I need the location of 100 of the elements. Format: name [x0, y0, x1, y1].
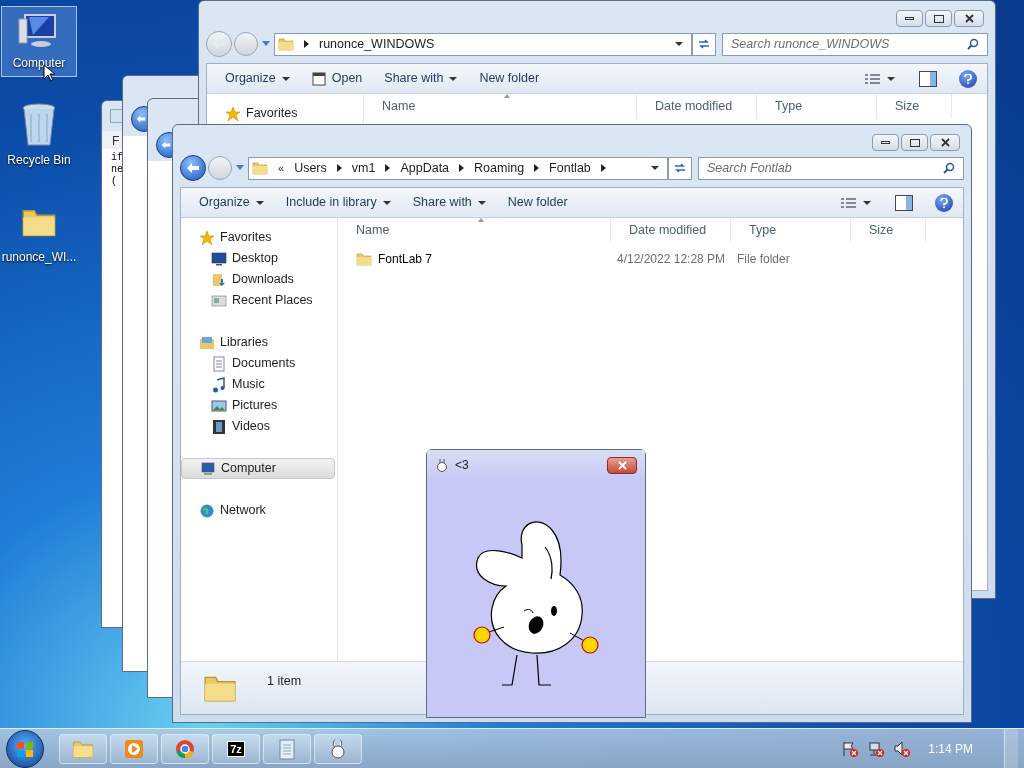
sort-arrow-icon: [504, 94, 510, 98]
search-icon: [943, 162, 955, 174]
breadcrumb-arrow-icon: [304, 40, 309, 48]
sort-arrow-icon: [478, 218, 484, 222]
network-error-icon[interactable]: [867, 739, 886, 758]
nav-item[interactable]: Downloads: [181, 269, 335, 290]
search-icon: [967, 38, 979, 50]
play-icon: [123, 737, 145, 760]
film-icon: [211, 418, 227, 435]
folder-icon: [278, 36, 294, 52]
nav-item[interactable]: Network: [181, 500, 335, 521]
desktop-icon-label: Computer: [12, 55, 66, 72]
star-icon: [199, 229, 215, 246]
nav-item[interactable]: Music: [181, 374, 335, 395]
column-header[interactable]: Type: [731, 218, 851, 242]
back-button[interactable]: [156, 132, 172, 158]
recent-places-icon: [211, 292, 227, 309]
window-title: <3: [455, 457, 469, 474]
column-header[interactable]: Name: [364, 94, 637, 118]
breadcrumb-item[interactable]: Users: [294, 158, 327, 178]
toolbar-button[interactable]: Share with: [404, 190, 494, 215]
text-line: (: [111, 176, 118, 188]
column-header[interactable]: Size: [851, 218, 926, 242]
nav-item[interactable]: Favorites: [207, 103, 361, 124]
nav-item[interactable]: Computer: [181, 458, 335, 479]
bunny-icon: [329, 737, 347, 760]
list-view-icon: [865, 72, 881, 85]
help-button[interactable]: [959, 69, 977, 88]
nav-item[interactable]: Favorites: [181, 227, 335, 248]
toolbar-button[interactable]: Organize: [191, 190, 272, 215]
start-button[interactable]: [6, 729, 44, 768]
overflow-chevron[interactable]: «: [278, 159, 285, 177]
nav-item[interactable]: Libraries: [181, 332, 335, 353]
caret-icon: [887, 74, 895, 83]
desktop-icon[interactable]: runonce_WI...: [1, 194, 77, 271]
address-bar[interactable]: « Users vm1 AppData Roaming Fontlab: [248, 156, 668, 180]
library-icon: [199, 334, 215, 351]
desktop-icon[interactable]: Recycle Bin: [1, 97, 77, 174]
column-header[interactable]: Type: [757, 94, 877, 118]
maximize-button[interactable]: [901, 134, 928, 151]
taskbar-button[interactable]: [314, 733, 362, 764]
music-note-icon: [211, 376, 227, 393]
preview-pane-button[interactable]: [919, 70, 937, 87]
minimize-button[interactable]: [896, 10, 923, 27]
minimize-button[interactable]: [872, 134, 899, 151]
column-header[interactable]: Name: [338, 218, 611, 242]
nav-item[interactable]: Videos: [181, 416, 335, 437]
breadcrumb-item[interactable]: runonce_WINDOWS: [319, 34, 435, 54]
question-mark-icon: [964, 73, 972, 84]
breadcrumb-arrow-icon: [459, 164, 465, 172]
refresh-button[interactable]: [668, 156, 692, 180]
caret-icon: [675, 40, 683, 48]
close-button[interactable]: [954, 10, 984, 27]
toolbar-button[interactable]: Include in library: [277, 190, 399, 215]
toolbar-button[interactable]: New folder: [471, 66, 548, 91]
breadcrumb-item[interactable]: Roaming: [474, 158, 525, 178]
preview-pane-button[interactable]: [895, 194, 913, 211]
back-button[interactable]: [131, 106, 147, 132]
close-button[interactable]: [930, 134, 960, 151]
search-input[interactable]: Search Fontlab: [707, 158, 943, 178]
column-header[interactable]: Size: [877, 94, 952, 118]
recent-pages-caret-icon: [236, 165, 244, 171]
column-header[interactable]: Date modified: [611, 218, 731, 242]
back-button[interactable]: [180, 155, 206, 181]
search-field[interactable]: Search Fontlab: [698, 156, 964, 180]
menu-item[interactable]: F: [112, 134, 120, 148]
taskbar-button[interactable]: 7z: [212, 733, 260, 764]
close-button[interactable]: [607, 456, 637, 474]
breadcrumb-item[interactable]: Fontlab: [549, 158, 591, 178]
file-name[interactable]: FontLab 7: [378, 250, 433, 268]
flag-error-icon[interactable]: [841, 739, 860, 758]
maximize-button[interactable]: [925, 10, 952, 27]
refresh-button[interactable]: [692, 32, 716, 56]
breadcrumb-item[interactable]: vm1: [351, 158, 376, 178]
nav-item[interactable]: Recent Places: [181, 290, 335, 311]
left-arrow-icon: [136, 114, 146, 124]
column-header[interactable]: Date modified: [637, 94, 757, 118]
bunny-icon: [435, 458, 449, 472]
breadcrumb-item[interactable]: AppData: [400, 158, 450, 178]
left-arrow-icon: [186, 162, 200, 174]
toolbar-button[interactable]: Share with: [376, 66, 466, 91]
archiver-label: 7z: [227, 740, 245, 757]
globe-icon: [199, 502, 215, 519]
toolbar-button[interactable]: Organize: [217, 66, 298, 91]
documents-icon: [211, 355, 227, 372]
address-bar[interactable]: runonce_WINDOWS: [274, 32, 692, 56]
search-field[interactable]: Search runonce_WINDOWS: [722, 32, 988, 56]
help-button[interactable]: [935, 193, 953, 212]
star-icon: [225, 105, 241, 122]
nav-item[interactable]: Documents: [181, 353, 335, 374]
toolbar-button[interactable]: Open: [303, 66, 371, 91]
desktop-icon[interactable]: Computer: [1, 6, 77, 77]
volume-error-icon[interactable]: [893, 739, 912, 758]
toolbar-button[interactable]: New folder: [499, 190, 576, 215]
folder-icon: [356, 251, 372, 267]
taskbar-button[interactable]: [161, 733, 209, 764]
search-input[interactable]: Search runonce_WINDOWS: [731, 34, 967, 54]
nav-item[interactable]: Desktop: [181, 248, 335, 269]
nav-item[interactable]: Pictures: [181, 395, 335, 416]
close-icon: [940, 138, 950, 147]
